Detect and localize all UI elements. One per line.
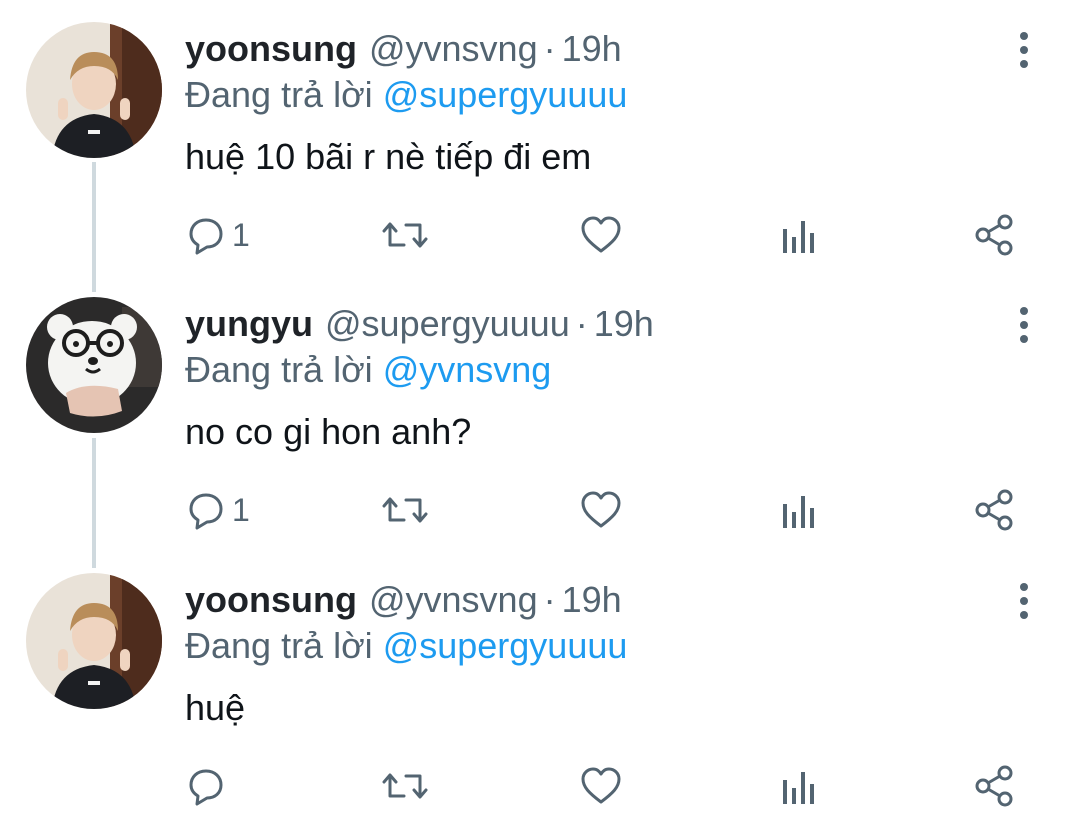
heart-icon [581,216,621,253]
like-button[interactable] [580,761,622,811]
avatar-photo-bear-plush [26,297,162,433]
replying-to-line: Đang trả lời @supergyuuuu [185,72,627,118]
like-button[interactable] [580,485,622,535]
analytics-icon [783,221,814,253]
separator-dot: · [575,303,588,344]
tweet[interactable]: yoonsung @yvnsvng · 19h Đang trả lời @superg… [0,22,1080,298]
analytics-icon [783,772,814,804]
tweet-header: yungyu @supergyuuuu · 19h [185,301,654,347]
replying-to-line: Đang trả lời @yvnsvng [185,347,551,393]
replying-label: Đang trả lời [185,74,373,115]
reply-button[interactable]: 1 [186,485,250,535]
timestamp[interactable]: 19h [562,579,622,620]
tweet-text: no co gi hon anh? [185,411,472,452]
separator-dot: · [543,579,556,620]
reply-icon [189,218,223,255]
avatar[interactable] [26,297,162,433]
share-button[interactable] [974,761,1016,811]
share-button[interactable] [974,485,1016,535]
more-vertical-icon [1020,32,1028,68]
tweet-actions [0,761,1080,811]
more-options-button[interactable] [1008,30,1040,70]
tweet-actions: 1 [0,210,1080,260]
mention-link[interactable]: @supergyuuuu [383,625,628,666]
user-handle[interactable]: @supergyuuuu [325,303,570,344]
retweet-button[interactable] [382,210,428,260]
retweet-icon [382,497,428,523]
share-button[interactable] [974,210,1016,260]
retweet-icon [382,773,428,799]
retweet-button[interactable] [382,485,428,535]
tweet-text: huệ 10 bãi r nè tiếp đi em [185,136,592,177]
display-name[interactable]: yoonsung [185,579,357,620]
tweet[interactable]: yoonsung @yvnsvng · 19h Đang trả lời @superg… [0,573,1080,823]
timestamp[interactable]: 19h [562,28,622,69]
share-icon [975,765,1013,807]
mention-link[interactable]: @supergyuuuu [383,74,628,115]
mention-link[interactable]: @yvnsvng [383,349,552,390]
avatar-photo-person [26,573,162,709]
reply-button[interactable] [186,761,232,811]
display-name[interactable]: yungyu [185,303,313,344]
more-vertical-icon [1020,307,1028,343]
avatar[interactable] [26,573,162,709]
heart-icon [581,767,621,804]
user-handle[interactable]: @yvnsvng [369,28,538,69]
tweet[interactable]: yungyu @supergyuuuu · 19h Đang trả lời @yvns… [0,297,1080,573]
tweet-actions: 1 [0,485,1080,535]
share-icon [975,214,1013,256]
like-button[interactable] [580,210,622,260]
replying-to-line: Đang trả lời @supergyuuuu [185,623,627,669]
analytics-button[interactable] [780,485,816,535]
replying-label: Đang trả lời [185,349,373,390]
user-handle[interactable]: @yvnsvng [369,579,538,620]
avatar-photo-person [26,22,162,158]
analytics-button[interactable] [780,210,816,260]
more-vertical-icon [1020,583,1028,619]
share-icon [975,489,1013,531]
tweet-header: yoonsung @yvnsvng · 19h [185,26,622,72]
timestamp[interactable]: 19h [594,303,654,344]
separator-dot: · [543,28,556,69]
replying-label: Đang trả lời [185,625,373,666]
retweet-button[interactable] [382,761,428,811]
retweet-icon [382,222,428,248]
display-name[interactable]: yoonsung [185,28,357,69]
analytics-button[interactable] [780,761,816,811]
more-options-button[interactable] [1008,305,1040,345]
reply-button[interactable]: 1 [186,210,250,260]
analytics-icon [783,496,814,528]
reply-count: 1 [232,492,250,528]
reply-icon [189,493,223,530]
reply-count: 1 [232,217,250,253]
more-options-button[interactable] [1008,581,1040,621]
reply-icon [189,769,223,806]
tweet-text: huệ [185,687,246,728]
tweet-thread: yoonsung @yvnsvng · 19h Đang trả lời @superg… [0,0,1080,823]
heart-icon [581,491,621,528]
avatar[interactable] [26,22,162,158]
tweet-header: yoonsung @yvnsvng · 19h [185,577,622,623]
